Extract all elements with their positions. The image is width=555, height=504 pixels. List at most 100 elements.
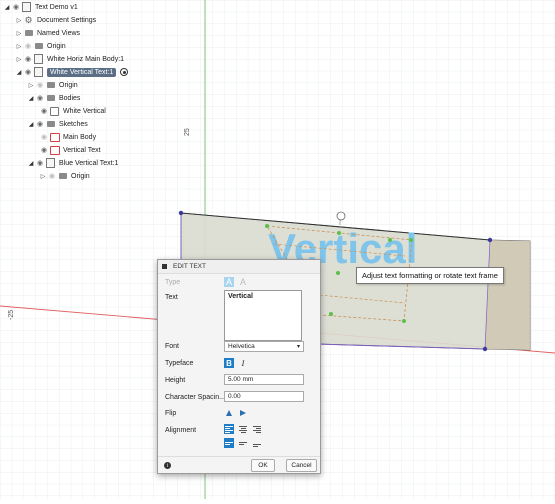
- tree-item-label: Vertical Text: [63, 146, 101, 154]
- folder-icon: [45, 92, 56, 104]
- expand-arrow-icon[interactable]: ▷: [39, 170, 47, 182]
- activate-radio-icon[interactable]: [120, 68, 129, 76]
- collapse-arrow-icon[interactable]: ◢: [3, 1, 11, 13]
- tree-row-origin-2[interactable]: ▷ ◉ Origin: [27, 79, 78, 91]
- align-top-icon[interactable]: [224, 438, 234, 448]
- expand-arrow-icon[interactable]: ▷: [15, 53, 23, 65]
- eye-icon[interactable]: ◉: [35, 79, 45, 91]
- text-label: Text: [165, 294, 178, 301]
- eye-icon[interactable]: ◉: [23, 53, 33, 65]
- tree-row-document-settings[interactable]: ▷ ⚙ Document Settings: [15, 14, 96, 26]
- dialog-header[interactable]: EDIT TEXT: [158, 260, 320, 274]
- align-left-icon[interactable]: [224, 424, 234, 434]
- tree-row-blue-vertical-text[interactable]: ◢ ◉ Blue Vertical Text:1: [27, 157, 118, 169]
- tree-row-vertical-text-sketch[interactable]: ◉ Vertical Text: [39, 144, 101, 156]
- eye-icon[interactable]: ◉: [39, 144, 49, 156]
- sketch-icon: [49, 144, 60, 156]
- font-label: Font: [165, 343, 180, 350]
- text-type-icon[interactable]: A: [224, 277, 234, 287]
- eye-icon[interactable]: ◉: [35, 157, 45, 169]
- tree-item-label: White Vertical Text:1: [47, 67, 117, 77]
- tree-row-bodies[interactable]: ◢ ◉ Bodies: [27, 92, 81, 104]
- align-center-icon[interactable]: [238, 424, 248, 434]
- gear-icon: ⚙: [24, 14, 33, 25]
- cancel-button[interactable]: Cancel: [286, 459, 317, 472]
- type-label: Type: [165, 279, 181, 286]
- eye-icon[interactable]: ◉: [47, 170, 57, 182]
- eye-icon[interactable]: ◉: [39, 131, 49, 143]
- font-value: Helvetica: [228, 343, 255, 350]
- rotate-handle[interactable]: [336, 211, 346, 221]
- eye-icon[interactable]: ◉: [11, 1, 21, 13]
- flip-horizontal-icon[interactable]: [238, 408, 248, 418]
- collapse-arrow-icon[interactable]: ◢: [15, 66, 23, 78]
- eye-icon[interactable]: ◉: [39, 105, 49, 117]
- eye-icon[interactable]: ◉: [23, 66, 33, 78]
- eye-icon[interactable]: ◉: [35, 118, 45, 130]
- expand-arrow-icon[interactable]: ▷: [15, 27, 23, 39]
- tree-row-main-body-sketch[interactable]: ◉ Main Body: [39, 131, 96, 143]
- flip-vertical-icon[interactable]: [224, 408, 234, 418]
- axis-label-left: -25: [8, 310, 15, 320]
- dialog-footer: i OK Cancel: [158, 456, 320, 474]
- eye-icon[interactable]: ◉: [23, 40, 33, 52]
- folder-icon: [45, 118, 56, 130]
- collapse-arrow-icon[interactable]: ◢: [27, 118, 35, 130]
- ok-button[interactable]: OK: [251, 459, 275, 472]
- sketch-icon: [49, 131, 60, 143]
- align-bottom-icon[interactable]: [252, 438, 262, 448]
- character-spacing-input[interactable]: 0.00: [224, 391, 304, 402]
- font-select[interactable]: Helvetica ▾: [224, 341, 304, 352]
- tree-row-named-views[interactable]: ▷ Named Views: [15, 27, 80, 39]
- collapse-arrow-icon[interactable]: ◢: [27, 157, 35, 169]
- dialog-title: EDIT TEXT: [173, 263, 206, 270]
- component-icon: [33, 66, 44, 78]
- height-input[interactable]: 5.00 mm: [224, 374, 304, 385]
- bold-button[interactable]: B: [224, 358, 234, 368]
- align-right-icon[interactable]: [252, 424, 262, 434]
- tree-item-label: Document Settings: [37, 16, 97, 24]
- tree-row-document[interactable]: ◢ ◉ Text Demo v1: [3, 1, 78, 13]
- expand-arrow-icon[interactable]: ▷: [27, 79, 35, 91]
- chevron-down-icon: ▾: [296, 344, 300, 350]
- tree-item-label: Origin: [47, 42, 66, 50]
- document-icon: [21, 1, 32, 13]
- edit-text-dialog: EDIT TEXT Type A A Text Vertical Font He…: [157, 259, 321, 474]
- tree-item-label: White Horiz Main Body:1: [47, 55, 125, 63]
- tree-item-label: Text Demo v1: [35, 3, 78, 11]
- tree-item-label: Blue Vertical Text:1: [59, 159, 119, 167]
- tree-row-white-vertical-body[interactable]: ◉ White Vertical: [39, 105, 106, 117]
- tree-item-label: White Vertical: [63, 107, 106, 115]
- tree-row-white-horiz-main-body[interactable]: ▷ ◉ White Horiz Main Body:1: [15, 53, 124, 65]
- dialog-collapse-icon[interactable]: [162, 264, 167, 269]
- body-icon: [49, 105, 60, 117]
- align-middle-icon[interactable]: [238, 438, 248, 448]
- component-icon: [33, 53, 44, 65]
- tree-item-label: Origin: [59, 81, 78, 89]
- folder-icon: [45, 79, 56, 91]
- height-label: Height: [165, 377, 186, 384]
- text-input[interactable]: Vertical: [224, 290, 302, 341]
- info-icon[interactable]: i: [164, 462, 171, 469]
- tree-item-label: Sketches: [59, 120, 88, 128]
- axis-label-top: 25: [184, 128, 191, 136]
- folder-icon: [33, 40, 44, 52]
- folder-icon: [57, 170, 68, 182]
- collapse-arrow-icon[interactable]: ◢: [27, 92, 35, 104]
- component-icon: [45, 157, 56, 169]
- tree-item-label: Named Views: [37, 29, 81, 37]
- expand-arrow-icon[interactable]: ▷: [15, 14, 23, 26]
- tree-row-sketches[interactable]: ◢ ◉ Sketches: [27, 118, 88, 130]
- tree-row-origin[interactable]: ▷ ◉ Origin: [15, 40, 66, 52]
- expand-arrow-icon[interactable]: ▷: [15, 40, 23, 52]
- tree-item-label: Main Body: [63, 133, 97, 141]
- tree-row-origin-3[interactable]: ▷ ◉ Origin: [39, 170, 90, 182]
- tooltip: Adjust text formatting or rotate text fr…: [356, 267, 504, 284]
- eye-icon[interactable]: ◉: [35, 92, 45, 104]
- folder-icon: [23, 27, 34, 39]
- text-on-path-icon[interactable]: A: [238, 277, 248, 287]
- character-spacing-label: Character Spacin...: [165, 394, 225, 401]
- tree-row-white-vertical-text[interactable]: ◢ ◉ White Vertical Text:1: [15, 66, 129, 78]
- italic-button[interactable]: I: [238, 358, 248, 368]
- alignment-label: Alignment: [165, 427, 197, 434]
